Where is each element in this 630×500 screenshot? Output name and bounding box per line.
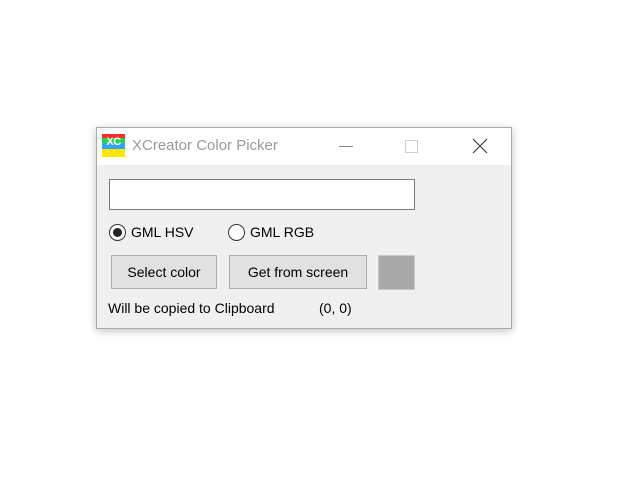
radio-selected-dot [113,227,122,237]
window-title: XCreator Color Picker [132,137,278,154]
close-button[interactable] [457,128,503,165]
xcreator-app-icon: XC [102,134,125,157]
select-color-button[interactable]: Select color [111,255,217,289]
maximize-button[interactable] [388,128,434,165]
color-picker-window: XC XCreator Color Picker GML HSV GML RGB… [96,127,512,329]
clipboard-note: Will be copied to Clipboard [108,300,275,316]
title-bar[interactable]: XC XCreator Color Picker [97,128,511,165]
get-from-screen-button[interactable]: Get from screen [229,255,367,289]
radio-circle-hsv[interactable] [109,223,126,241]
radio-circle-rgb[interactable] [228,223,245,241]
color-preview-swatch [378,255,415,290]
minimize-icon [339,146,353,147]
cursor-coordinates: (0, 0) [319,300,352,316]
radio-gml-rgb[interactable]: GML RGB [228,222,314,242]
color-value-input[interactable] [109,179,415,210]
radio-label-rgb: GML RGB [250,224,315,240]
maximize-icon [405,140,418,153]
radio-gml-hsv[interactable]: GML HSV [109,222,194,242]
minimize-button[interactable] [323,128,369,165]
icon-band-yellow [102,149,125,157]
close-icon [472,138,488,154]
icon-letters: XC [106,136,121,148]
radio-label-hsv: GML HSV [131,224,194,240]
